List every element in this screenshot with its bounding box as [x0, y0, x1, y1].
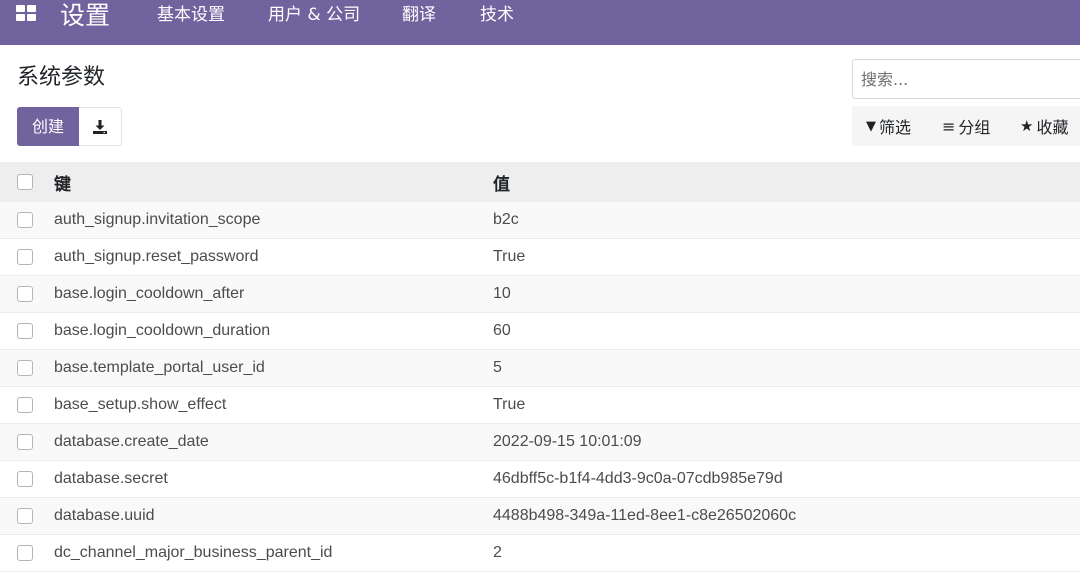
table-row[interactable]: base.login_cooldown_after 10 [0, 276, 1080, 313]
table-row[interactable]: auth_signup.reset_password True [0, 239, 1080, 276]
filter-icon: ▼ [866, 118, 876, 134]
row-key: auth_signup.reset_password [54, 248, 259, 265]
filter-label: 筛选 [879, 118, 912, 137]
row-checkbox[interactable] [17, 360, 33, 376]
row-checkbox[interactable] [17, 212, 33, 228]
row-value: True [493, 248, 526, 265]
create-button[interactable]: 创建 [17, 107, 79, 146]
row-value: True [493, 396, 526, 413]
row-value: 5 [493, 359, 502, 376]
filter-dropdown[interactable]: ▼ 筛选 [866, 106, 911, 146]
table-row[interactable]: database.uuid 4488b498-349a-11ed-8ee1-c8… [0, 498, 1080, 535]
row-checkbox[interactable] [17, 286, 33, 302]
row-value: 2 [493, 544, 502, 561]
favorites-label: 收藏 [1036, 118, 1069, 137]
row-key: dc_channel_major_business_parent_id [54, 544, 333, 561]
menu-item-technical[interactable]: 技术 [480, 4, 514, 26]
table-row[interactable]: dc_channel_major_business_parent_id 2 [0, 535, 1080, 572]
row-value: 2022-09-15 10:01:09 [493, 433, 642, 450]
row-checkbox[interactable] [17, 471, 33, 487]
top-navbar: 设置 基本设置 用户 & 公司 翻译 技术 [0, 0, 1080, 45]
table-row[interactable]: auth_signup.invitation_scope b2c [0, 202, 1080, 239]
row-checkbox[interactable] [17, 434, 33, 450]
apps-menu-icon[interactable] [16, 5, 36, 21]
row-checkbox[interactable] [17, 397, 33, 413]
column-header-value[interactable]: 值 [493, 162, 510, 202]
row-value: 10 [493, 285, 511, 302]
download-icon [93, 119, 107, 134]
row-key: base.template_portal_user_id [54, 359, 265, 376]
star-icon: ★ [1020, 117, 1034, 135]
bars-icon: ≡ [942, 116, 956, 136]
groupby-dropdown[interactable]: ≡ 分组 [942, 106, 990, 146]
page-title: 系统参数 [17, 65, 106, 90]
table-header: 键 值 [0, 162, 1080, 202]
row-value: 46dbff5c-b1f4-4dd3-9c0a-07cdb985e79d [493, 470, 783, 487]
parameters-table: 键 值 auth_signup.invitation_scope b2c aut… [0, 162, 1080, 572]
search-box[interactable] [852, 59, 1080, 99]
column-header-key[interactable]: 键 [54, 162, 71, 202]
row-key: database.secret [54, 470, 168, 487]
app-brand[interactable]: 设置 [60, 0, 110, 32]
row-checkbox[interactable] [17, 508, 33, 524]
table-row[interactable]: database.create_date 2022-09-15 10:01:09 [0, 424, 1080, 461]
row-checkbox[interactable] [17, 545, 33, 561]
table-row[interactable]: base.template_portal_user_id 5 [0, 350, 1080, 387]
download-button[interactable] [79, 107, 122, 146]
row-checkbox[interactable] [17, 323, 33, 339]
table-row[interactable]: base_setup.show_effect True [0, 387, 1080, 424]
favorites-dropdown[interactable]: ★ 收藏 [1020, 106, 1068, 146]
row-key: auth_signup.invitation_scope [54, 211, 261, 228]
row-key: base.login_cooldown_duration [54, 322, 271, 339]
row-value: 4488b498-349a-11ed-8ee1-c8e26502060c [493, 507, 797, 524]
row-checkbox[interactable] [17, 249, 33, 265]
table-row[interactable]: database.secret 46dbff5c-b1f4-4dd3-9c0a-… [0, 461, 1080, 498]
row-key: base_setup.show_effect [54, 396, 227, 413]
row-key: base.login_cooldown_after [54, 285, 245, 302]
row-value: b2c [493, 211, 519, 228]
row-key: database.uuid [54, 507, 155, 524]
search-input[interactable] [853, 60, 1080, 98]
menu-item-general-settings[interactable]: 基本设置 [157, 4, 225, 26]
groupby-label: 分组 [958, 118, 991, 137]
table-row[interactable]: base.login_cooldown_duration 60 [0, 313, 1080, 350]
row-key: database.create_date [54, 433, 209, 450]
menu-item-users-companies[interactable]: 用户 & 公司 [268, 4, 360, 26]
select-all-checkbox[interactable] [17, 174, 33, 190]
row-value: 60 [493, 322, 511, 339]
filter-bar: ▼ 筛选 ≡ 分组 ★ 收藏 [852, 106, 1080, 146]
menu-item-translations[interactable]: 翻译 [402, 4, 436, 26]
